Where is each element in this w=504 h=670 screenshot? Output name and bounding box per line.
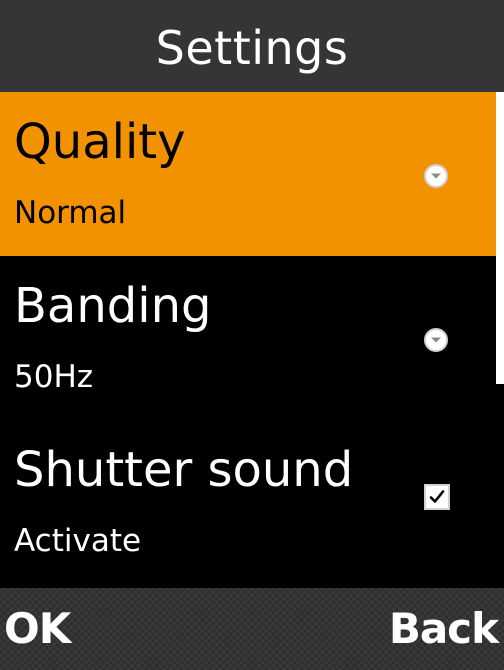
shutter-sound-checkbox[interactable] xyxy=(424,484,450,510)
setting-item-quality[interactable]: Quality Normal xyxy=(0,92,496,256)
setting-label-banding: Banding xyxy=(14,278,212,334)
softkey-bar: OK Back xyxy=(0,588,504,670)
setting-item-shutter-sound[interactable]: Shutter sound Activate xyxy=(0,420,496,584)
scrollbar[interactable] xyxy=(496,92,504,588)
setting-label-shutter-sound: Shutter sound xyxy=(14,442,354,498)
settings-list: Quality Normal Banding 50Hz Shutter soun… xyxy=(0,92,504,588)
scrollbar-thumb[interactable] xyxy=(496,92,504,384)
setting-value-banding: 50Hz xyxy=(14,359,94,395)
dropdown-circle-icon[interactable] xyxy=(424,164,448,188)
header-bar: Settings xyxy=(0,0,504,92)
page-title: Settings xyxy=(155,21,349,75)
back-button[interactable]: Back xyxy=(389,608,499,650)
setting-value-shutter-sound: Activate xyxy=(14,523,142,559)
ok-button[interactable]: OK xyxy=(4,608,71,650)
dropdown-circle-icon[interactable] xyxy=(424,328,448,352)
setting-value-quality: Normal xyxy=(14,195,127,231)
setting-label-quality: Quality xyxy=(14,114,186,170)
setting-item-banding[interactable]: Banding 50Hz xyxy=(0,256,496,420)
checkmark-icon xyxy=(429,490,445,503)
settings-screen: Settings Quality Normal Banding 50Hz Shu… xyxy=(0,0,504,670)
